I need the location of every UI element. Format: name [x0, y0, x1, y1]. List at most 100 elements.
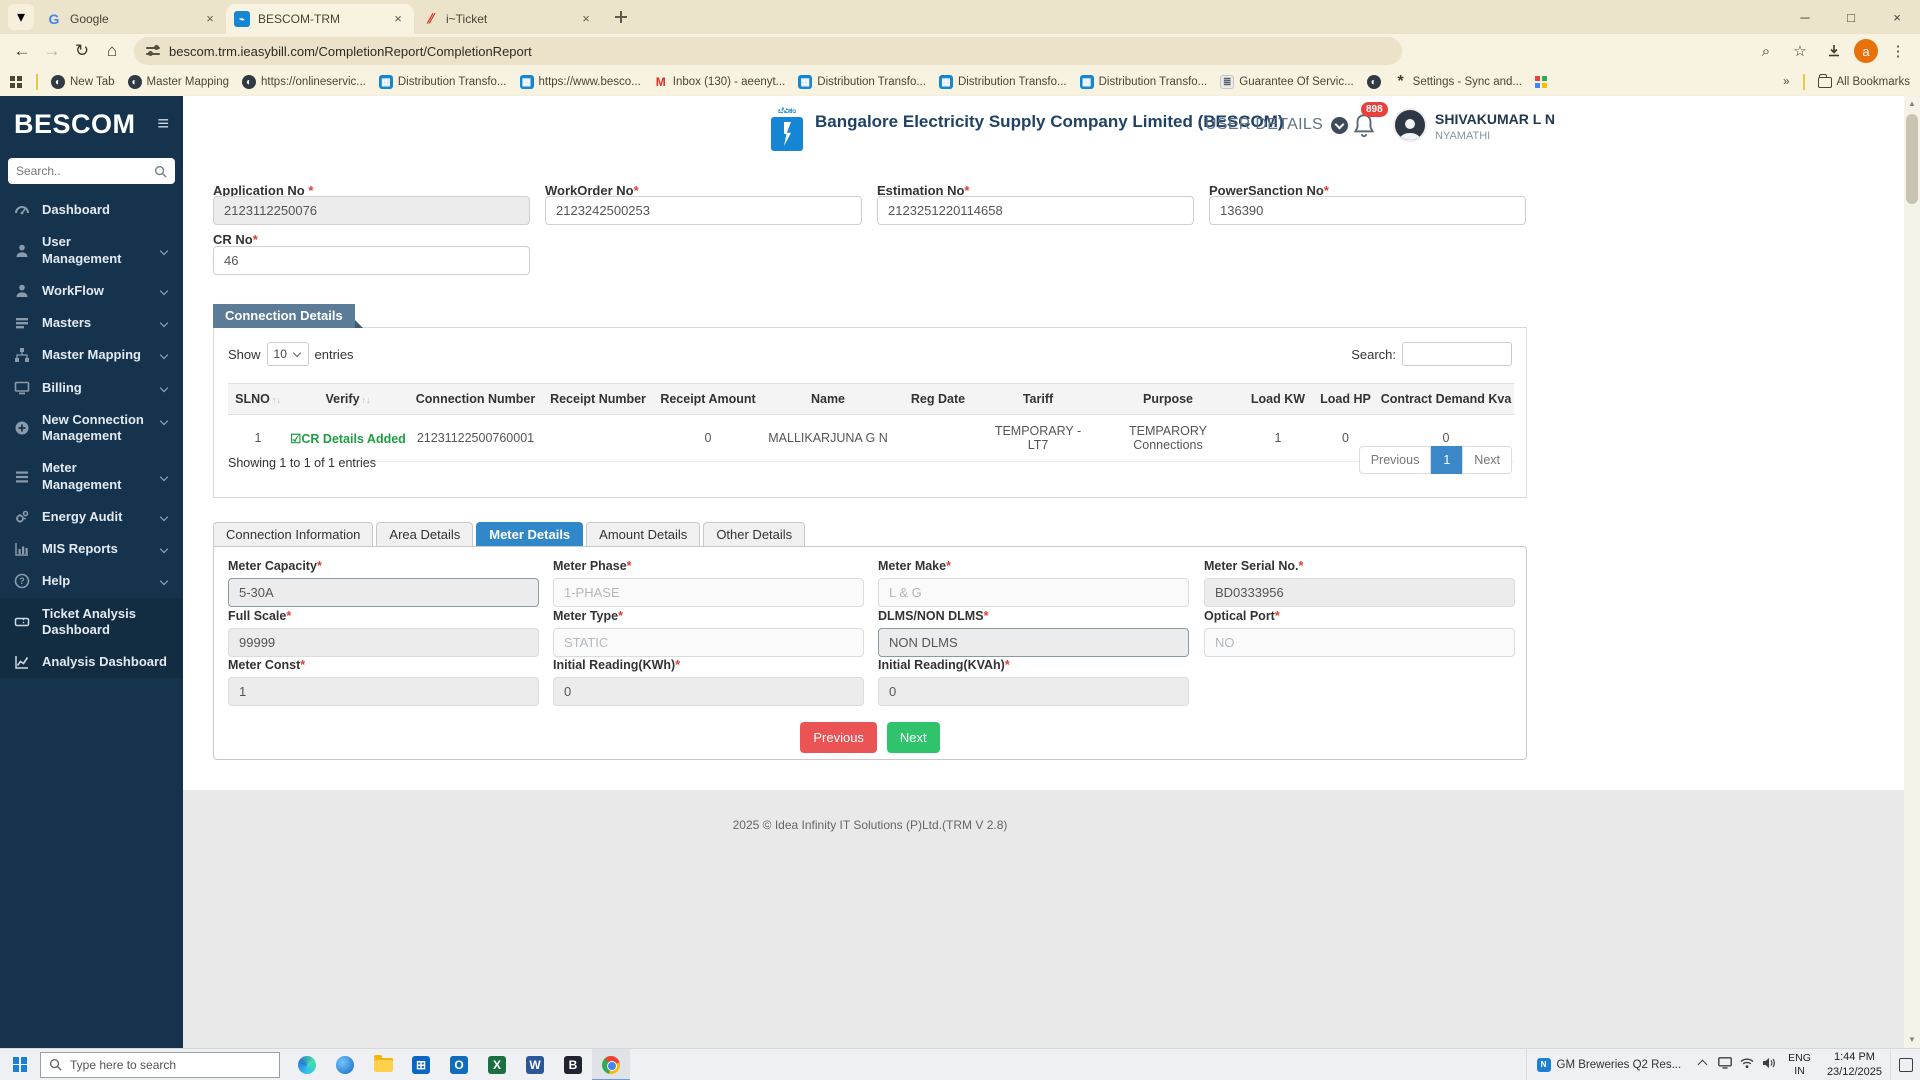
maximize-button[interactable]: □	[1828, 0, 1874, 34]
full-scale-input[interactable]	[228, 628, 539, 657]
powersanction-no-input[interactable]	[1209, 196, 1526, 225]
tray-expand-chevron-icon[interactable]	[1697, 1059, 1708, 1070]
bookmark-globe[interactable]: ◐	[1366, 75, 1381, 89]
downloads-icon[interactable]	[1820, 37, 1848, 65]
tab-close-icon[interactable]: ×	[390, 11, 406, 27]
url-text[interactable]: bescom.trm.ieasybill.com/CompletionRepor…	[169, 44, 532, 59]
tab-connection-information[interactable]: Connection Information	[213, 522, 374, 547]
bookmark-distribution-4[interactable]: ▦ Distribution Transfo...	[1079, 75, 1207, 89]
browser-tab-iticket[interactable]: ⫽ i~Ticket ×	[414, 4, 602, 34]
table-row[interactable]: 1 ☑CR Details Added 21231122500760001 0 …	[228, 414, 1514, 462]
bookmark-star-icon[interactable]: ☆	[1786, 37, 1814, 65]
sidebar-item-billing[interactable]: Billing	[0, 372, 183, 404]
meter-make-input[interactable]	[878, 578, 1189, 607]
meter-type-input[interactable]	[553, 628, 864, 657]
sidebar-search-input[interactable]	[16, 164, 154, 178]
taskbar-search[interactable]: Type here to search	[40, 1051, 280, 1078]
word-icon[interactable]: W	[516, 1049, 554, 1080]
sidebar-item-masters[interactable]: Masters	[0, 307, 183, 339]
dlms-input[interactable]	[878, 628, 1189, 657]
microsoft-store-icon[interactable]: ⊞	[402, 1049, 440, 1080]
sidebar-item-help[interactable]: ? Help	[0, 565, 183, 597]
apps-grid-icon[interactable]	[10, 75, 23, 89]
col-load-hp[interactable]: Load HP	[1313, 383, 1378, 415]
bookmark-inbox[interactable]: M Inbox (130) - aeenyt...	[654, 75, 786, 89]
table-search-input[interactable]	[1402, 342, 1512, 366]
outlook-icon[interactable]: O	[440, 1049, 478, 1080]
col-verify[interactable]: Verify ↑↓	[288, 383, 408, 415]
sidebar-item-meter-management[interactable]: Meter Management	[0, 452, 183, 501]
b-app-icon[interactable]: B	[554, 1049, 592, 1080]
file-explorer-icon[interactable]	[364, 1049, 402, 1080]
back-button[interactable]: ←	[8, 37, 36, 65]
browser-menu-icon[interactable]: ⋮	[1884, 37, 1912, 65]
pagination-page-1-button[interactable]: 1	[1431, 446, 1463, 474]
entries-per-page-select[interactable]: 10	[266, 342, 309, 366]
pagination-next-button[interactable]: Next	[1462, 446, 1512, 474]
bookmark-bescom-site[interactable]: ▦ https://www.besco...	[519, 75, 641, 89]
meter-serial-no-input[interactable]	[1204, 578, 1515, 607]
initial-reading-kwh-input[interactable]	[553, 677, 864, 706]
bookmark-distribution-2[interactable]: ▦ Distribution Transfo...	[798, 75, 926, 89]
home-button[interactable]: ⌂	[98, 37, 126, 65]
tab-search-chevron-icon[interactable]: ▾	[8, 4, 34, 30]
next-button[interactable]: Next	[886, 722, 940, 753]
application-no-input[interactable]	[213, 196, 530, 225]
scroll-up-icon[interactable]: ▲	[1904, 96, 1920, 112]
bookmark-distribution-3[interactable]: ▦ Distribution Transfo...	[938, 75, 1067, 89]
network-icon[interactable]	[1736, 1057, 1758, 1072]
bookmark-guarantee[interactable]: ≣ Guarantee Of Servic...	[1220, 75, 1354, 89]
workorder-no-input[interactable]	[545, 196, 862, 225]
minimize-button[interactable]: ─	[1782, 0, 1828, 34]
action-center-icon[interactable]	[1890, 1048, 1920, 1080]
tab-close-icon[interactable]: ×	[202, 11, 218, 27]
estimation-no-input[interactable]	[877, 196, 1194, 225]
col-receipt-number[interactable]: Receipt Number	[543, 383, 653, 415]
col-name[interactable]: Name	[763, 383, 893, 415]
sidebar-item-ticket-analysis-dashboard[interactable]: Ticket Analysis Dashboard	[0, 597, 183, 646]
chrome-icon[interactable]	[592, 1048, 630, 1080]
all-bookmarks-button[interactable]: All Bookmarks	[1817, 73, 1910, 88]
tab-meter-details[interactable]: Meter Details	[476, 522, 584, 547]
bookmarks-overflow-chevron[interactable]: »	[1783, 76, 1789, 88]
bookmark-settings-sync[interactable]: Settings - Sync and...	[1394, 75, 1522, 89]
volume-icon[interactable]	[1758, 1057, 1780, 1072]
sidebar-item-new-connection-management[interactable]: New Connection Management	[0, 404, 183, 453]
browser-tab-google[interactable]: G Google ×	[38, 4, 226, 34]
col-connection-number[interactable]: Connection Number	[408, 383, 543, 415]
meter-capacity-input[interactable]	[228, 578, 539, 607]
tab-amount-details[interactable]: Amount Details	[586, 522, 701, 547]
previous-button[interactable]: Previous	[800, 722, 877, 753]
sidebar-search[interactable]	[8, 158, 175, 184]
col-tariff[interactable]: Tariff	[983, 383, 1093, 415]
sidebar-item-dashboard[interactable]: Dashboard	[0, 194, 183, 226]
col-load-kw[interactable]: Load KW	[1243, 383, 1313, 415]
page-scrollbar[interactable]: ▲ ▼	[1904, 96, 1920, 1048]
sidebar-item-energy-audit[interactable]: Energy Audit	[0, 501, 183, 533]
start-button[interactable]	[0, 1049, 40, 1080]
taskbar-clock[interactable]: 1:44 PM 23/12/2025	[1819, 1050, 1890, 1079]
sidebar-item-master-mapping[interactable]: Master Mapping	[0, 339, 183, 371]
col-purpose[interactable]: Purpose	[1093, 383, 1243, 415]
user-details-dropdown[interactable]: USER DETAILS	[1205, 116, 1348, 134]
scroll-down-icon[interactable]: ▼	[1904, 1032, 1920, 1048]
tab-area-details[interactable]: Area Details	[376, 522, 474, 547]
language-indicator[interactable]: ENG IN	[1780, 1052, 1819, 1077]
reload-button[interactable]: ↻	[68, 37, 96, 65]
bookmark-new-tab[interactable]: ◐ New Tab	[51, 75, 115, 89]
tab-other-details[interactable]: Other Details	[703, 522, 806, 547]
colored-grid-icon[interactable]	[1534, 75, 1548, 89]
blue-app-icon[interactable]	[326, 1049, 364, 1080]
cr-no-input[interactable]	[213, 246, 530, 275]
pagination-previous-button[interactable]: Previous	[1358, 446, 1432, 474]
tray-app-ticker[interactable]: N GM Breweries Q2 Res...	[1525, 1048, 1692, 1080]
col-slno[interactable]: SLNO ↑↓	[228, 383, 288, 415]
col-receipt-amount[interactable]: Receipt Amount	[653, 383, 763, 415]
zoom-search-icon[interactable]: ⌕	[1752, 37, 1780, 65]
edge-icon[interactable]	[288, 1049, 326, 1080]
optical-port-input[interactable]	[1204, 628, 1515, 657]
sidebar-item-analysis-dashboard[interactable]: Analysis Dashboard	[0, 646, 183, 679]
browser-profile-avatar[interactable]: a	[1854, 39, 1878, 63]
scrollbar-thumb[interactable]	[1906, 114, 1918, 204]
sidebar-item-mis-reports[interactable]: MIS Reports	[0, 533, 183, 565]
